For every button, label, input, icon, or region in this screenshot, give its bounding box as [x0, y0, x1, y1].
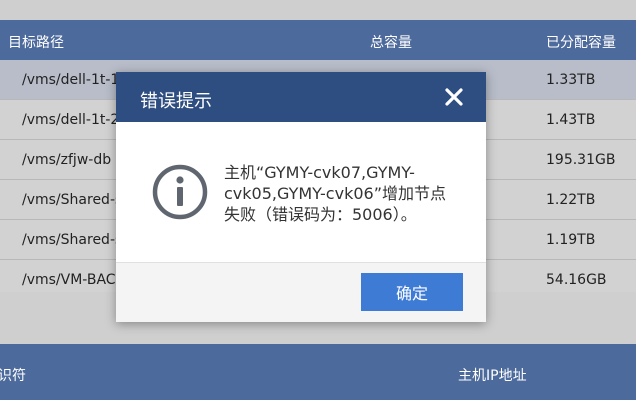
row-allocated: 1.33TB: [546, 72, 596, 88]
row-allocated: 1.22TB: [546, 192, 596, 208]
dialog-footer: 确定: [116, 263, 486, 322]
ok-button[interactable]: 确定: [361, 273, 463, 311]
column-header-total-capacity[interactable]: 总容量: [370, 32, 412, 52]
row-allocated: 1.19TB: [546, 232, 596, 248]
row-path: /vms/dell-1t-2: [22, 112, 120, 128]
row-path: /vms/VM-BAC: [22, 272, 116, 288]
row-path: /vms/Shared-s: [22, 192, 123, 208]
table-header: 目标路径 总容量 已分配容量: [0, 20, 636, 60]
row-allocated: 1.43TB: [546, 112, 596, 128]
table2-header: 识符 主机IP地址: [0, 344, 636, 400]
column-header-host-ip[interactable]: 主机IP地址: [458, 365, 527, 385]
close-icon[interactable]: [442, 85, 466, 109]
column-header-target-path[interactable]: 目标路径: [8, 32, 64, 52]
error-dialog: 错误提示 主机“GYMY-cvk07,GYMY-cvk05,GYMY-cvk06…: [116, 72, 486, 322]
column-header-allocated-capacity[interactable]: 已分配容量: [546, 32, 616, 52]
dialog-title: 错误提示: [140, 91, 212, 112]
row-path: /vms/zfjw-db: [22, 152, 112, 168]
row-allocated: 195.31GB: [546, 152, 616, 168]
dialog-header: 错误提示: [116, 72, 486, 122]
row-path: /vms/dell-1t-1: [22, 72, 120, 88]
column-header-identifier[interactable]: 识符: [0, 365, 26, 385]
row-allocated: 54.16GB: [546, 272, 607, 288]
row-path: /vms/Shared-s: [22, 232, 123, 248]
info-icon: [152, 164, 208, 220]
dialog-body: 主机“GYMY-cvk07,GYMY-cvk05,GYMY-cvk06”增加节点…: [116, 122, 486, 262]
error-message: 主机“GYMY-cvk07,GYMY-cvk05,GYMY-cvk06”增加节点…: [224, 163, 446, 224]
